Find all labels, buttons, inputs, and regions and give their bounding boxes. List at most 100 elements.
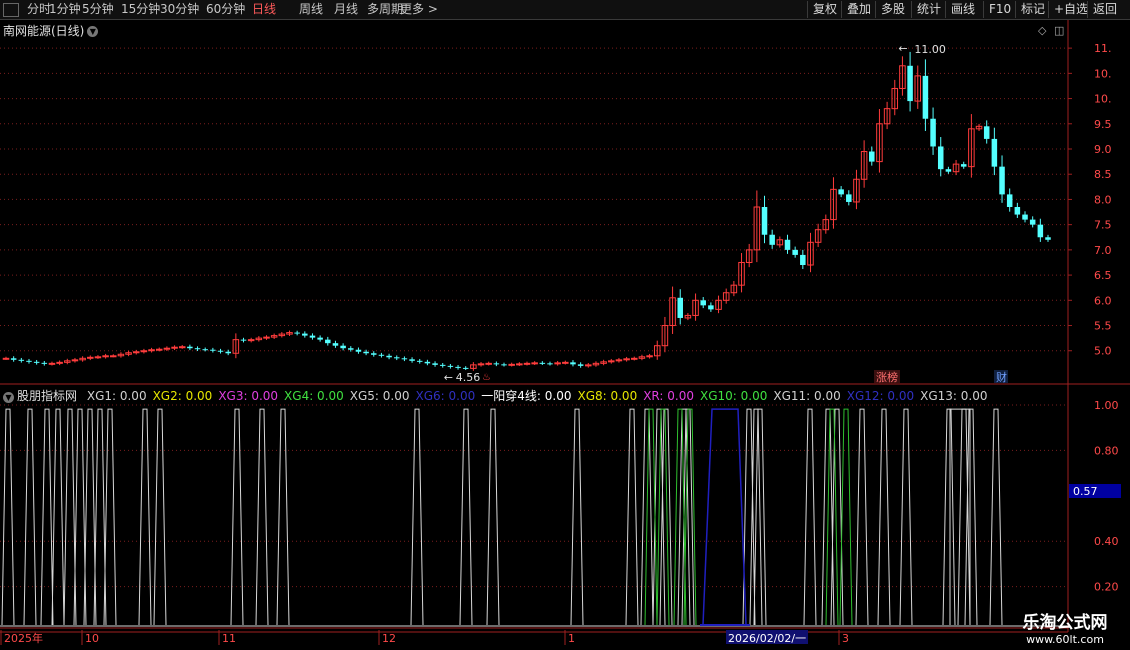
- candle-down: [1022, 214, 1028, 220]
- indicator-pulse-xg1: [1, 408, 15, 626]
- candle-down: [769, 234, 775, 245]
- indicator-pulse-xg1: [855, 408, 869, 626]
- candle-up: [485, 362, 492, 365]
- candle-down: [424, 361, 431, 364]
- candle-down: [363, 351, 369, 354]
- candle-down: [983, 126, 990, 139]
- indicator-axis-label-3: 0.20: [1094, 581, 1119, 594]
- candle-down: [999, 166, 1005, 195]
- date-label-3: 12: [382, 632, 396, 645]
- indicator-value-4: XG5: 0.00: [349, 389, 410, 403]
- candle-down: [432, 363, 438, 365]
- candle-down: [202, 349, 208, 351]
- candle-down: [309, 335, 316, 338]
- candle-down: [792, 249, 798, 255]
- candle-down: [784, 239, 791, 250]
- candle-down: [386, 355, 392, 358]
- candle-down: [1037, 224, 1044, 238]
- candle-down: [991, 138, 998, 167]
- candle-down: [18, 359, 25, 361]
- date-label-0: 2025年: [4, 631, 43, 645]
- indicator-pulse-xg4: [839, 408, 853, 626]
- candle-down: [447, 365, 454, 367]
- candle-up: [523, 362, 531, 365]
- candle-down: [1014, 207, 1021, 215]
- panel-icon: ◫: [1054, 24, 1064, 37]
- candle-down: [945, 169, 952, 172]
- indicator-pulse-xg1: [40, 408, 54, 626]
- low-marker-arrow: ←: [444, 371, 453, 384]
- candle-up: [110, 355, 117, 358]
- candle-down: [462, 367, 469, 369]
- diamond-icon: ◇: [1038, 24, 1047, 37]
- candle-down: [1045, 237, 1051, 240]
- candle-down: [325, 339, 331, 344]
- candle-up: [631, 357, 638, 360]
- indicator-value-7: XG8: 0.00: [577, 389, 638, 403]
- indicator-pulse-xg1: [410, 408, 424, 626]
- candle-down: [33, 361, 40, 363]
- candle-down: [217, 350, 224, 352]
- tag-label-2: 财: [996, 370, 1007, 384]
- indicator-pulse-xg1: [625, 408, 639, 626]
- candle-down: [225, 351, 231, 354]
- candle-down: [294, 332, 300, 334]
- right-edge-strip: [1112, 20, 1130, 380]
- watermark-title: 乐淘公式网: [1022, 613, 1108, 633]
- candle-up: [94, 356, 102, 359]
- high-value-label: 11.00: [914, 43, 946, 56]
- indicator-value-3: XG4: 0.00: [284, 389, 344, 403]
- candle-down: [332, 343, 339, 346]
- candle-down: [302, 333, 308, 336]
- candle-down: [355, 349, 362, 352]
- candle-down: [348, 348, 354, 350]
- candle-down: [700, 300, 706, 306]
- indicator-pulse-xg1: [276, 408, 290, 626]
- indicator-toggle-icon[interactable]: ▼: [3, 392, 14, 403]
- indicator-value-9: XG10: 0.00: [699, 389, 768, 403]
- high-marker-arrow: ←: [898, 42, 907, 55]
- date-label-4: 1: [568, 632, 575, 645]
- indicator-value-0: XG1: 0.00: [86, 389, 147, 403]
- indicator-value-5: XG6: 0.00: [415, 389, 476, 403]
- indicator-pulse-xg1: [23, 408, 37, 626]
- indicator-name[interactable]: 股朋指标网: [17, 389, 77, 403]
- low-value-label: 4.56: [456, 371, 481, 384]
- candle-up: [531, 362, 538, 365]
- candle-up: [48, 362, 56, 365]
- candle-down: [869, 151, 875, 162]
- indicator-pulse-xg1: [803, 408, 817, 626]
- candle-down: [378, 354, 385, 356]
- indicator-value-12: XG13: 0.00: [920, 389, 988, 403]
- candle-down: [210, 349, 216, 351]
- candle-down: [194, 348, 201, 350]
- candle-down: [846, 194, 852, 202]
- candle-down: [416, 360, 423, 362]
- indicator-pulse-xg1: [138, 408, 152, 626]
- candle-down: [547, 363, 553, 365]
- watermark: 乐淘公式网 www.60lt.com: [1000, 608, 1130, 646]
- candle-down: [401, 358, 408, 360]
- indicator-pulse-xg1: [942, 408, 956, 626]
- watermark-url: www.60lt.com: [1026, 633, 1104, 646]
- indicator-legend: ▼ 股朋指标网 XG1: 0.00 XG2: 0.00 XG3: 0.00 XG4: 0…: [3, 387, 993, 404]
- indicator-pulse-xg1: [459, 408, 473, 626]
- candle-down: [340, 345, 346, 349]
- candle-down: [371, 353, 377, 355]
- candle-down: [937, 146, 944, 170]
- candle-down: [26, 360, 32, 362]
- date-label-2: 11: [222, 632, 236, 645]
- event-marker: ♨: [482, 372, 491, 383]
- date-cursor-label: 2026/02/02/一: [728, 632, 806, 645]
- indicator-pulse-xg1: [989, 408, 1003, 626]
- candle-down: [455, 366, 461, 368]
- candle-down: [930, 118, 936, 147]
- candle-down: [10, 358, 17, 360]
- candle-down: [761, 207, 768, 235]
- price-chart[interactable]: 11.0010.5010.009.509.008.508.007.507.006…: [0, 0, 1130, 650]
- indicator-axis-label-2: 0.40: [1094, 535, 1119, 548]
- indicator-pulse-xg1: [230, 408, 244, 626]
- candle-down: [577, 364, 584, 366]
- candle-up: [508, 363, 515, 366]
- indicator-value-10: XG11: 0.00: [773, 389, 841, 403]
